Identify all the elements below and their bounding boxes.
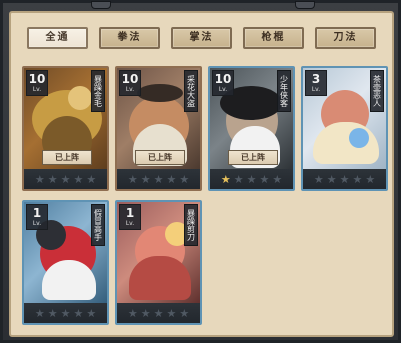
star-icon: ★: [34, 306, 45, 320]
hero-card[interactable]: 1 Lv. 假冒高手 ★ ★ ★ ★ ★: [22, 200, 109, 325]
star-icon: ★: [153, 172, 164, 186]
star-icon: ★: [47, 306, 58, 320]
level-badge: 10 Lv.: [119, 70, 141, 96]
level-number: 10: [214, 72, 232, 86]
top-clip: [295, 1, 315, 9]
star-icon: ★: [47, 172, 58, 186]
star-icon: ★: [73, 306, 84, 320]
level-label: Lv.: [125, 220, 135, 227]
level-badge: 3 Lv.: [305, 70, 327, 96]
star-icon: ★: [166, 172, 177, 186]
category-tabs: 全通 拳法 掌法 枪棍 刀法: [27, 27, 376, 49]
star-rating: ★ ★ ★ ★ ★: [210, 169, 293, 189]
hero-name: 采花大盗: [184, 70, 198, 112]
star-icon: ★: [60, 172, 71, 186]
top-clip: [91, 1, 111, 9]
level-number: 3: [311, 72, 321, 86]
star-icon: ★: [127, 306, 138, 320]
level-label: Lv.: [32, 220, 42, 227]
level-label: Lv.: [32, 86, 42, 93]
tab-blade[interactable]: 刀法: [315, 27, 376, 49]
hero-name: 假冒高手: [91, 204, 105, 246]
level-number: 10: [28, 72, 46, 86]
star-icon: ★: [179, 306, 190, 320]
star-icon: ★: [352, 172, 363, 186]
star-icon: ★: [153, 306, 164, 320]
hero-name: 暴躁金毛: [91, 70, 105, 112]
star-icon: ★: [313, 172, 324, 186]
level-number: 1: [32, 206, 42, 220]
star-rating: ★ ★ ★ ★ ★: [24, 169, 107, 189]
star-rating: ★ ★ ★ ★ ★: [24, 303, 107, 323]
hero-name: 暴躁剪刀: [184, 204, 198, 246]
deployed-button[interactable]: 已上阵: [42, 150, 92, 165]
hero-card[interactable]: 1 Lv. 暴躁剪刀 ★ ★ ★ ★ ★: [115, 200, 202, 325]
star-rating: ★ ★ ★ ★ ★: [117, 169, 200, 189]
hero-name: 茶壶恶人: [370, 70, 384, 112]
star-icon: ★: [60, 306, 71, 320]
tab-fist[interactable]: 拳法: [99, 27, 160, 49]
hero-card[interactable]: 3 Lv. 茶壶恶人 ★ ★ ★ ★ ★: [301, 66, 388, 191]
level-badge: 1 Lv.: [119, 204, 141, 230]
tab-all[interactable]: 全通: [27, 27, 88, 49]
star-icon: ★: [179, 172, 190, 186]
star-icon: ★: [326, 172, 337, 186]
hero-card[interactable]: 10 Lv. 采花大盗 已上阵 ★ ★ ★ ★ ★: [115, 66, 202, 191]
star-icon: ★: [86, 172, 97, 186]
star-icon: ★: [365, 172, 376, 186]
level-badge: 10 Lv.: [26, 70, 48, 96]
hero-name: 少年侠客: [277, 70, 291, 112]
level-badge: 10 Lv.: [212, 70, 234, 96]
hero-selection-window: 全通 拳法 掌法 枪棍 刀法 10 Lv. 暴躁金毛 已上阵 ★ ★ ★ ★ ★: [0, 0, 401, 343]
level-number: 10: [121, 72, 139, 86]
tab-palm[interactable]: 掌法: [171, 27, 232, 49]
star-rating: ★ ★ ★ ★ ★: [117, 303, 200, 323]
star-icon: ★: [233, 172, 244, 186]
star-icon: ★: [272, 172, 283, 186]
level-number: 1: [125, 206, 135, 220]
hero-card[interactable]: 10 Lv. 暴躁金毛 已上阵 ★ ★ ★ ★ ★: [22, 66, 109, 191]
star-icon: ★: [166, 306, 177, 320]
level-label: Lv.: [311, 86, 321, 93]
star-icon: ★: [246, 172, 257, 186]
deployed-button[interactable]: 已上阵: [135, 150, 185, 165]
star-icon: ★: [127, 172, 138, 186]
tab-spear-staff[interactable]: 枪棍: [243, 27, 304, 49]
level-label: Lv.: [218, 86, 228, 93]
star-rating: ★ ★ ★ ★ ★: [303, 169, 386, 189]
star-icon: ★: [73, 172, 84, 186]
deployed-button[interactable]: 已上阵: [228, 150, 278, 165]
star-icon: ★: [259, 172, 270, 186]
level-label: Lv.: [125, 86, 135, 93]
star-icon: ★: [140, 306, 151, 320]
star-icon: ★: [86, 306, 97, 320]
hero-card[interactable]: 10 Lv. 少年侠客 已上阵 ★ ★ ★ ★ ★: [208, 66, 295, 191]
star-icon: ★: [220, 172, 231, 186]
star-icon: ★: [34, 172, 45, 186]
star-icon: ★: [339, 172, 350, 186]
card-panel: 全通 拳法 掌法 枪棍 刀法 10 Lv. 暴躁金毛 已上阵 ★ ★ ★ ★ ★: [9, 11, 394, 337]
star-icon: ★: [140, 172, 151, 186]
level-badge: 1 Lv.: [26, 204, 48, 230]
